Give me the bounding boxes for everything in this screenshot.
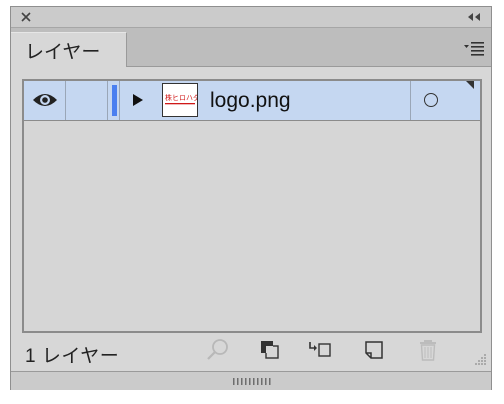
layer-list: 株ヒロハダ logo.png: [22, 79, 482, 333]
double-chevron-left-icon[interactable]: [465, 7, 483, 27]
panel-footer: 1 レイヤー: [11, 333, 491, 369]
trash-icon[interactable]: [415, 337, 441, 363]
disclosure-triangle-icon[interactable]: [132, 93, 144, 107]
tab-strip: レイヤー: [11, 28, 491, 67]
new-layer-icon[interactable]: [361, 337, 387, 363]
panel-menu-icon[interactable]: [463, 40, 485, 56]
layer-row[interactable]: 株ヒロハダ logo.png: [24, 81, 480, 121]
svg-text:株ヒロハダ: 株ヒロハダ: [165, 93, 197, 102]
layer-thumbnail: 株ヒロハダ: [162, 83, 200, 117]
eye-icon: [33, 94, 57, 106]
close-icon[interactable]: [19, 7, 33, 27]
layer-color-indicator: [108, 81, 120, 120]
clipping-mask-icon[interactable]: [257, 337, 283, 363]
search-icon[interactable]: [205, 337, 231, 363]
panel-titlebar: [11, 7, 491, 28]
lock-toggle[interactable]: [66, 81, 108, 120]
selection-corner-indicator: [466, 81, 474, 89]
layer-count: 1 レイヤー: [25, 346, 120, 367]
visibility-toggle[interactable]: [24, 81, 66, 120]
tab-layers[interactable]: レイヤー: [11, 32, 127, 67]
tab-layers-label: レイヤー: [25, 41, 101, 63]
layer-color-bar: [112, 85, 117, 116]
new-sublayer-icon[interactable]: [307, 337, 333, 363]
drag-grip-icon[interactable]: [233, 378, 271, 385]
panel-bottom-bar: [11, 371, 491, 390]
layer-name[interactable]: logo.png: [210, 87, 291, 115]
target-cell[interactable]: [410, 81, 474, 120]
logo-thumbnail-image: 株ヒロハダ: [165, 93, 200, 105]
layers-panel: レイヤー 株ヒロハダ logo.png 1 レイヤー: [10, 6, 492, 390]
resize-grip-icon[interactable]: [473, 351, 487, 365]
target-circle-icon[interactable]: [424, 93, 438, 107]
